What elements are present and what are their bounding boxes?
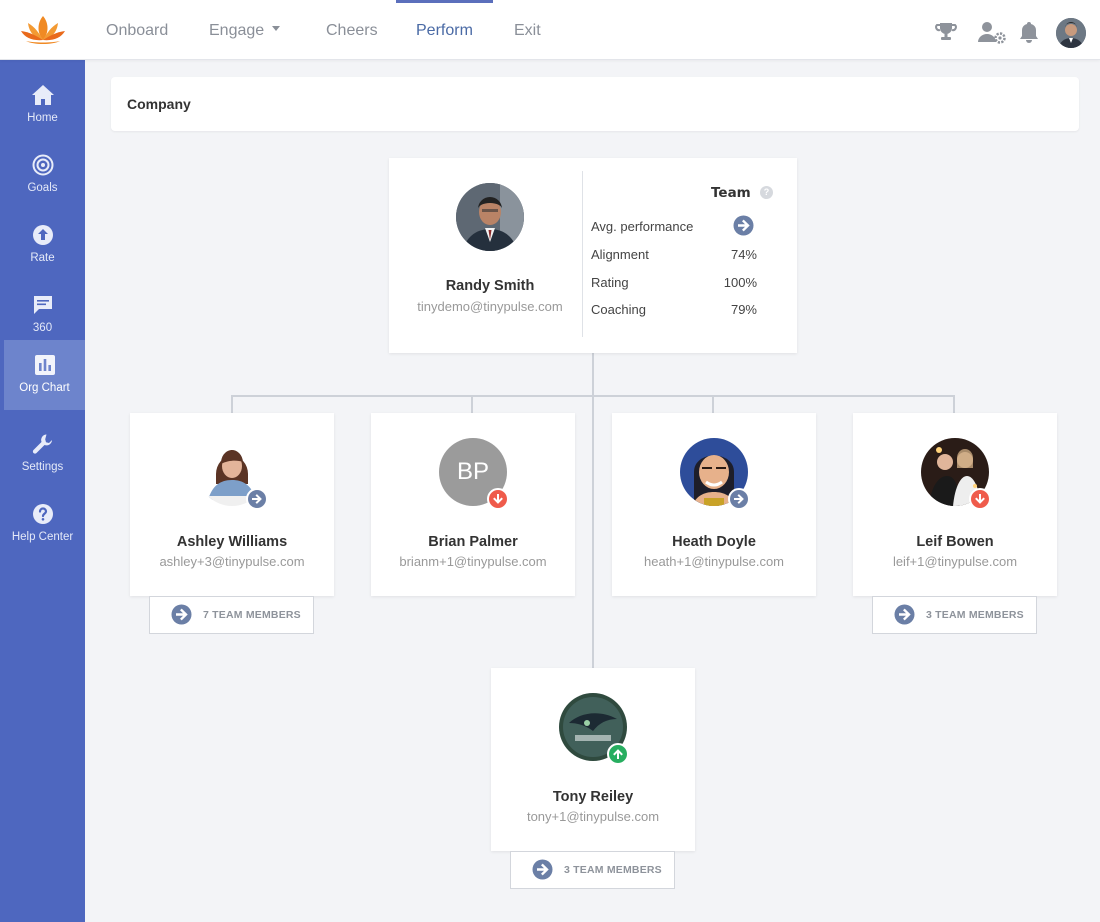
employee-email: ashley+3@tinypulse.com <box>159 554 305 569</box>
employee-email: heath+1@tinypulse.com <box>643 554 785 569</box>
avatar-photo <box>456 183 524 251</box>
chat-icon <box>33 296 52 314</box>
home-icon <box>31 85 54 105</box>
nav-label: Cheers <box>326 22 378 39</box>
team-header: Team <box>711 185 751 201</box>
manager-card: Randy Smith tinydemo@tinypulse.com Team … <box>389 158 797 353</box>
metric-label-coaching: Coaching <box>591 302 646 317</box>
nav-label: Engage <box>209 22 265 39</box>
user-avatar[interactable] <box>1056 18 1086 48</box>
employee-card[interactable]: BP Brian Palmer brianm+1@tinypulse.com <box>371 413 575 596</box>
employee-email: tony+1@tinypulse.com <box>526 809 660 824</box>
sidebar-item-help-center[interactable]: Help Center <box>0 489 85 559</box>
sidebar-item-label: Goals <box>27 182 58 194</box>
user-settings-icon[interactable] <box>976 19 1008 45</box>
nav-label: Exit <box>514 22 541 39</box>
employee-email: leif+1@tinypulse.com <box>892 554 1018 569</box>
manager-email: tinydemo@tinypulse.com <box>417 299 563 314</box>
arrow-right-circle-icon[interactable] <box>733 215 754 236</box>
nav-perform[interactable]: Perform <box>396 0 493 60</box>
employee-name: Heath Doyle <box>672 534 756 550</box>
manager-name: Randy Smith <box>445 278 535 294</box>
arrow-up-circle-icon <box>32 225 53 245</box>
bell-icon[interactable] <box>1016 19 1042 45</box>
arrow-right-circle-icon <box>532 859 553 880</box>
nav-onboard[interactable]: Onboard <box>106 0 168 60</box>
sidebar-item-label: Org Chart <box>19 382 70 394</box>
metric-label-alignment: Alignment <box>591 247 649 262</box>
help-icon[interactable]: ? <box>760 186 773 199</box>
active-tab-indicator <box>396 0 493 3</box>
employee-email: brianm+1@tinypulse.com <box>399 554 547 569</box>
metric-label-avg-performance: Avg. performance <box>591 219 694 234</box>
connector-line <box>231 395 233 413</box>
sidebar-item-home[interactable]: Home <box>0 70 85 140</box>
caret-down-icon <box>272 26 281 32</box>
nav-cheers[interactable]: Cheers <box>326 0 378 60</box>
employee-name: Tony Reiley <box>552 789 634 805</box>
sidebar-item-label: Rate <box>30 252 55 264</box>
employee-name: Leif Bowen <box>916 534 994 550</box>
top-navbar: Onboard Engage Cheers Perform Exit <box>0 0 1100 60</box>
nav-exit[interactable]: Exit <box>514 0 541 60</box>
team-members-button[interactable]: 7 TEAM MEMBERS <box>149 596 314 634</box>
team-members-label: 3 TEAM MEMBERS <box>926 609 1024 621</box>
divider <box>582 171 583 337</box>
sidebar-item-goals[interactable]: Goals <box>0 140 85 210</box>
employee-card[interactable]: Heath Doyle heath+1@tinypulse.com <box>612 413 816 596</box>
sidebar-item-org-chart[interactable]: Org Chart <box>4 340 85 410</box>
trend-down-icon <box>487 488 509 510</box>
trend-neutral-icon <box>246 488 268 510</box>
arrow-right-circle-icon <box>171 604 192 625</box>
trend-down-icon <box>969 488 991 510</box>
help-circle-icon <box>32 504 53 524</box>
connector-line <box>953 395 955 413</box>
metric-value-coaching: 79% <box>730 302 757 317</box>
connector-line <box>712 395 714 413</box>
sidebar-item-label: 360 <box>32 322 53 334</box>
team-members-label: 3 TEAM MEMBERS <box>564 864 662 876</box>
connector-line <box>592 353 594 668</box>
sidebar-item-rate[interactable]: Rate <box>0 210 85 280</box>
breadcrumb: Company <box>111 77 1079 131</box>
sidebar-item-label: Home <box>27 112 58 124</box>
team-members-button[interactable]: 3 TEAM MEMBERS <box>872 596 1037 634</box>
team-members-label: 7 TEAM MEMBERS <box>203 609 301 621</box>
wrench-icon <box>32 434 52 454</box>
sidebar: Home Goals Rate 360 Org Chart Settings H… <box>0 60 85 922</box>
sidebar-item-label: Help Center <box>11 531 74 543</box>
lotus-logo[interactable] <box>20 14 66 46</box>
sidebar-item-label: Settings <box>21 461 64 473</box>
employee-card[interactable]: Ashley Williams ashley+3@tinypulse.com <box>130 413 334 596</box>
trend-up-icon <box>607 743 629 765</box>
avatar[interactable] <box>456 183 524 251</box>
sidebar-item-settings[interactable]: Settings <box>0 419 85 489</box>
team-members-button[interactable]: 3 TEAM MEMBERS <box>510 851 675 889</box>
breadcrumb-company[interactable]: Company <box>127 96 191 112</box>
nav-engage[interactable]: Engage <box>209 0 281 60</box>
trend-neutral-icon <box>728 488 750 510</box>
user-photo <box>1056 18 1086 48</box>
metric-value-alignment: 74% <box>730 247 757 262</box>
arrow-right-circle-icon <box>894 604 915 625</box>
metric-label-rating: Rating <box>591 275 629 290</box>
trophy-icon[interactable] <box>933 19 959 45</box>
nav-label: Onboard <box>106 22 169 39</box>
employee-name: Ashley Williams <box>176 534 288 550</box>
employee-name: Brian Palmer <box>428 534 518 550</box>
nav-label: Perform <box>416 22 473 39</box>
target-icon <box>32 154 53 176</box>
employee-card[interactable]: Tony Reiley tony+1@tinypulse.com <box>491 668 695 851</box>
employee-card[interactable]: Leif Bowen leif+1@tinypulse.com <box>853 413 1057 596</box>
connector-line <box>471 395 473 413</box>
metric-value-rating: 100% <box>723 275 757 290</box>
connector-line <box>231 395 955 397</box>
bar-chart-icon <box>34 355 55 375</box>
